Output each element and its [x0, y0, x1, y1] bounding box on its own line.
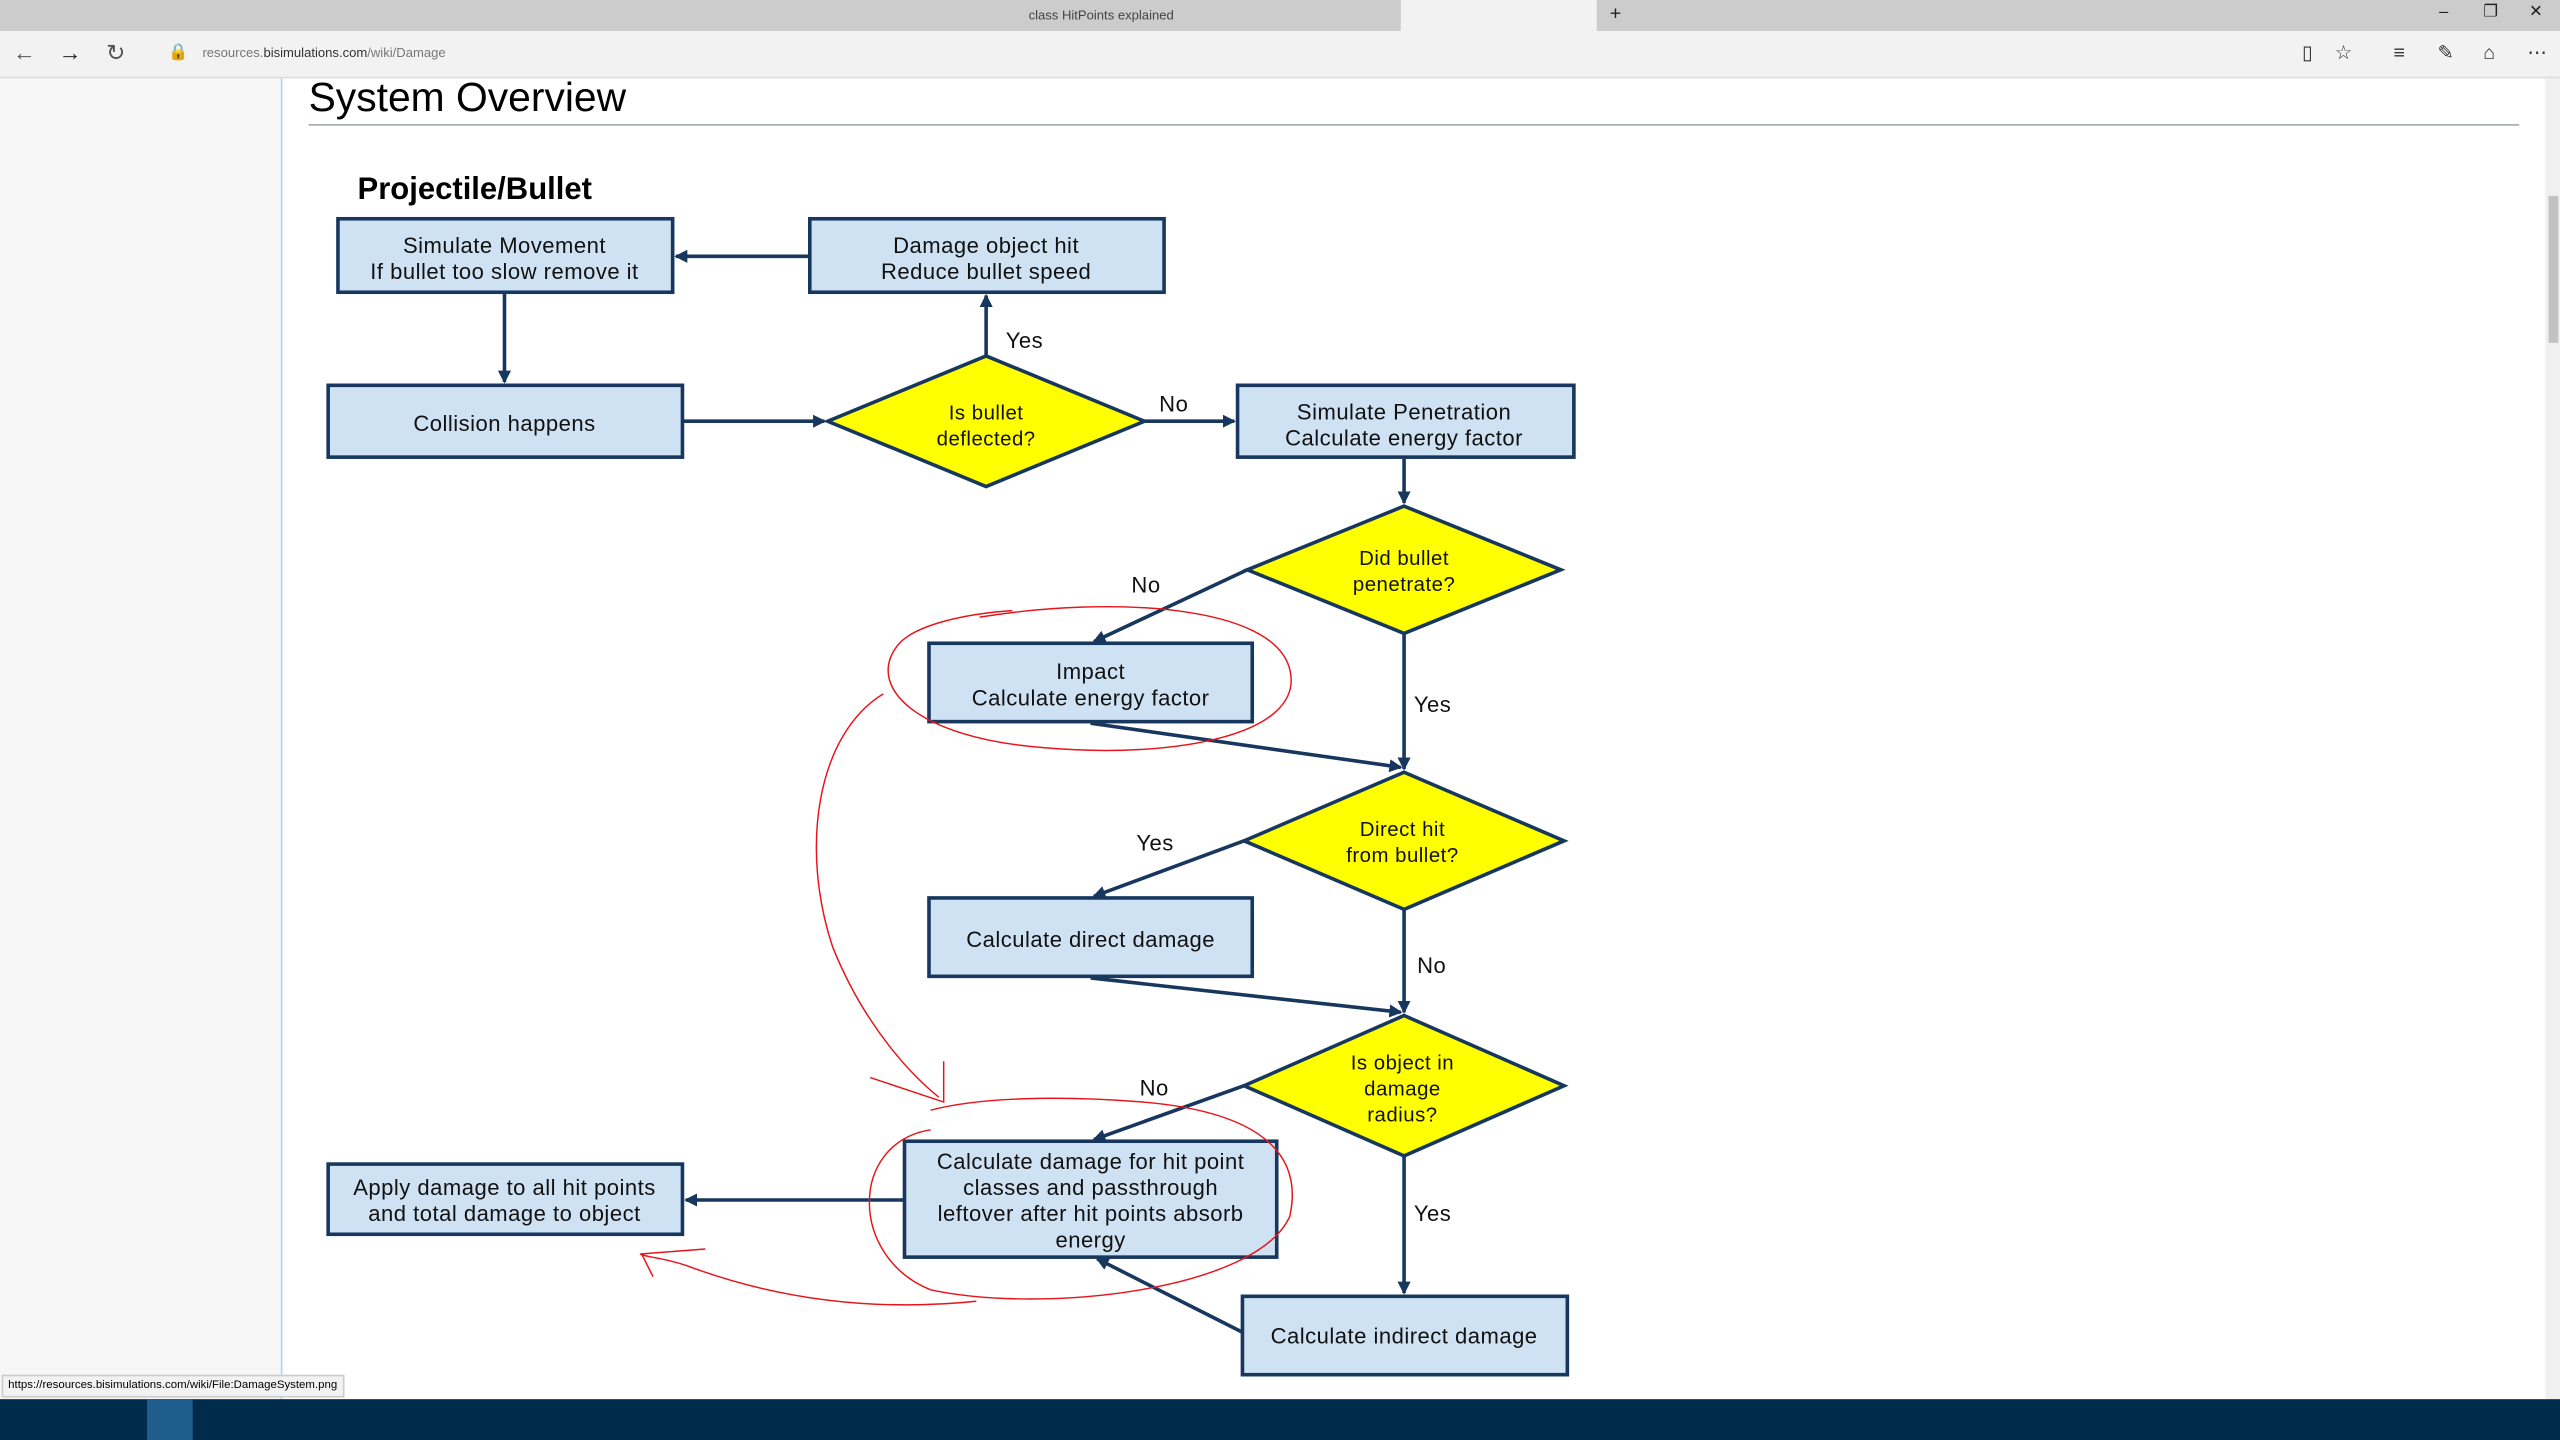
edge-label: No: [1417, 953, 1446, 978]
arrowhead-left: [640, 1248, 706, 1278]
node-text: Calculate indirect damage: [1271, 1324, 1538, 1349]
status-link-url: https://resources.bisimulations.com/wiki…: [1, 1374, 344, 1398]
edge-indirect-to-hitpoint: [1095, 1257, 1244, 1334]
edge-radius-no: [1092, 1084, 1245, 1142]
edge-label: No: [1131, 573, 1160, 598]
arrow-curve: [815, 693, 940, 1098]
scrollbar-thumb[interactable]: [2548, 195, 2559, 343]
node-text: Impact: [1056, 659, 1125, 684]
node-text: Calculate energy factor: [1285, 426, 1523, 451]
node-text: Calculate damage for hit point: [937, 1149, 1244, 1174]
taskbar: [0, 1399, 2560, 1440]
node-text: Reduce bullet speed: [881, 259, 1091, 284]
arrow-to-apply: [639, 1253, 977, 1306]
node-text: deflected?: [937, 429, 1036, 451]
node-text: Calculate energy factor: [972, 685, 1210, 710]
node-text: from bullet?: [1346, 845, 1458, 867]
edge-penetrate-no: [1092, 568, 1249, 644]
node-text: Simulate Movement: [403, 233, 606, 258]
node-text: Simulate Penetration: [1297, 400, 1511, 425]
edge-label: No: [1159, 391, 1188, 416]
node-text: If bullet too slow remove it: [370, 259, 638, 284]
edge-label: Yes: [1136, 831, 1173, 856]
node-text: energy: [1055, 1227, 1125, 1252]
decision-diamonds: [823, 353, 1569, 1158]
edge-calcdirect-to-radius: [1090, 976, 1403, 1018]
node-text: Is object in: [1351, 1052, 1454, 1074]
diagram-title: Projectile/Bullet: [358, 171, 592, 206]
taskbar-active-app[interactable]: [146, 1399, 193, 1440]
edge-label: Yes: [1414, 1201, 1451, 1226]
node-text: Damage object hit: [893, 233, 1079, 258]
edge-label: Yes: [1414, 692, 1451, 717]
node-text: classes and passthrough: [963, 1175, 1218, 1200]
node-text: Collision happens: [413, 411, 595, 436]
node-text: Calculate direct damage: [966, 927, 1215, 952]
node-text: damage: [1364, 1079, 1441, 1101]
damage-system-diagram[interactable]: Projectile/Bullet Simulate Movement If b…: [0, 0, 2560, 1440]
node-text: Did bullet: [1359, 548, 1449, 570]
node-text: radius?: [1367, 1105, 1437, 1127]
node-text: Direct hit: [1360, 819, 1445, 841]
node-text: Apply damage to all hit points: [353, 1175, 656, 1200]
node-text: and total damage to object: [368, 1201, 640, 1226]
edge-label: Yes: [1006, 328, 1043, 353]
node-text: Is bullet: [949, 403, 1024, 425]
node-text: penetrate?: [1353, 574, 1455, 596]
edge-label: No: [1140, 1076, 1169, 1101]
node-text: leftover after hit points absorb: [938, 1201, 1244, 1226]
